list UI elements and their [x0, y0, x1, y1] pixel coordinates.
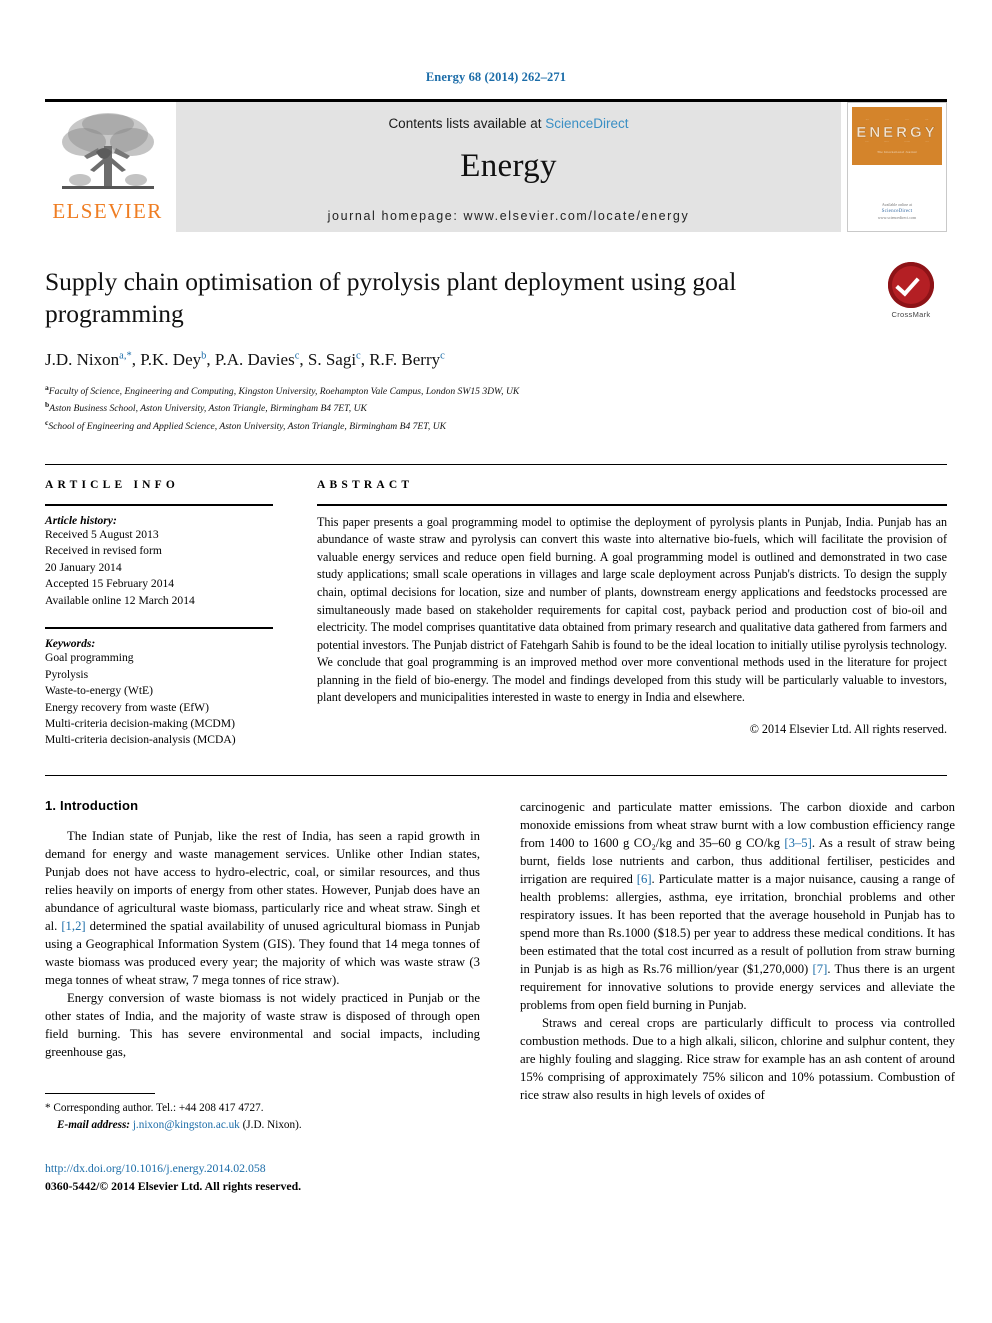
article-info-rule [45, 503, 273, 506]
keyword-item: Multi-criteria decision-analysis (MCDA) [45, 733, 236, 747]
keyword-item: Energy recovery from waste (EfW) [45, 700, 209, 714]
history-item: Accepted 15 February 2014 [45, 577, 175, 591]
author-entry: S. Sagic [308, 350, 361, 369]
crossmark-badge[interactable]: CrossMark [875, 262, 947, 319]
body-columns: 1. Introduction The Indian state of Punj… [45, 798, 955, 1195]
footnote-rule [45, 1093, 155, 1095]
author-marks: a,* [119, 350, 132, 362]
running-head: Energy 68 (2014) 262–271 [425, 70, 567, 84]
author-entry: R.F. Berryc [369, 350, 445, 369]
elsevier-tree-icon [61, 113, 154, 189]
affiliation-item: aFaculty of Science, Engineering and Com… [45, 382, 947, 399]
body-paragraph: Straws and cereal crops are particularly… [520, 1016, 955, 1103]
body-paragraph: Energy conversion of waste biomass is no… [45, 991, 480, 1060]
citation-ref[interactable]: [1,2] [61, 919, 85, 933]
contents-prefix: Contents lists available at [388, 116, 546, 131]
doi-link[interactable]: http://dx.doi.org/10.1016/j.energy.2014.… [45, 1160, 480, 1178]
author-name: P.K. Dey [140, 349, 202, 369]
cover-subtitle: The International Journal [877, 149, 917, 154]
author-name: P.A. Davies [214, 349, 295, 369]
keywords-rule [45, 627, 273, 630]
article-history-label: Article history: [45, 513, 117, 527]
keywords-block: Keywords: Goal programming Pyrolysis Was… [45, 627, 273, 749]
history-item: Received 5 August 2013 [45, 527, 159, 541]
elsevier-wordmark: ELSEVIER [52, 199, 163, 223]
affiliation-text: Faculty of Science, Engineering and Comp… [48, 385, 520, 397]
abstract-rule [317, 503, 947, 506]
journal-masthead: ELSEVIER Contents lists available at Sci… [45, 99, 947, 232]
abstract-text: This paper presents a goal programming m… [317, 514, 947, 705]
crossmark-check-icon [888, 262, 934, 308]
corresponding-author-text: Corresponding author. Tel.: +44 208 417 … [53, 1102, 264, 1115]
author-name: S. Sagi [307, 349, 357, 369]
journal-article-page: Energy 68 (2014) 262–271 ELSEVIER Conten… [0, 0, 992, 1323]
citation-ref[interactable]: [7] [813, 962, 828, 976]
affiliation-text: Aston Business School, Aston University,… [49, 403, 367, 415]
cover-footer-line3: www.sciencedirect.com [877, 215, 917, 220]
article-info-column: ARTICLE INFO Article history: Received 5… [45, 479, 295, 749]
cover-title: ENERGY [856, 123, 938, 141]
history-item: 20 January 2014 [45, 560, 122, 574]
footnote-star: * [45, 1102, 51, 1115]
author-entry: J.D. Nixona,* [45, 350, 132, 369]
journal-homepage-link[interactable]: journal homepage: www.elsevier.com/locat… [328, 209, 690, 223]
footnote-block: * Corresponding author. Tel.: +44 208 41… [45, 1093, 480, 1195]
elsevier-logo: ELSEVIER [45, 102, 170, 232]
section-heading-introduction: 1. Introduction [45, 797, 139, 813]
keyword-item: Multi-criteria decision-making (MCDM) [45, 716, 235, 730]
cover-footer-line2: ScienceDirect [881, 208, 913, 214]
abstract-column: ABSTRACT This paper presents a goal prog… [295, 479, 947, 749]
cover-banner: ···· ···· ···· ···· ENERGY ···· ······ ······… [852, 107, 942, 165]
author-entry: P.K. Deyb [140, 350, 206, 369]
history-item: Received in revised form [45, 544, 162, 558]
author-marks: c [440, 350, 445, 362]
body-column-right: carcinogenic and particulate matter emis… [520, 798, 955, 1195]
body-paragraph: carcinogenic and particulate matter emis… [520, 799, 955, 1013]
keyword-item: Waste-to-energy (WtE) [45, 684, 153, 698]
cover-body: Available online at ScienceDirect www.sc… [852, 165, 942, 227]
affiliation-item: bAston Business School, Aston University… [45, 399, 947, 416]
abstract-heading: ABSTRACT [317, 478, 414, 491]
info-abstract-section: ARTICLE INFO Article history: Received 5… [45, 463, 947, 749]
author-entry: P.A. Daviesc [215, 350, 299, 369]
corresponding-author-note: * Corresponding author. Tel.: +44 208 41… [45, 1100, 480, 1134]
journal-cover-thumbnail[interactable]: ···· ···· ···· ···· ENERGY ···· ······ ······… [847, 102, 947, 232]
author-name: J.D. Nixon [45, 349, 120, 369]
cover-top-ticks: ···· ···· ···· ···· [865, 118, 929, 122]
abstract-copyright: © 2014 Elsevier Ltd. All rights reserved… [749, 721, 947, 736]
page-title: Supply chain optimisation of pyrolysis p… [45, 267, 737, 329]
sciencedirect-link[interactable]: ScienceDirect [545, 116, 628, 131]
keyword-item: Goal programming [45, 651, 134, 665]
affiliation-text: School of Engineering and Applied Scienc… [48, 420, 447, 432]
email-line: E-mail address: j.nixon@kingston.ac.uk (… [45, 1117, 480, 1134]
body-paragraph: The Indian state of Punjab, like the res… [45, 828, 480, 988]
email-link[interactable]: j.nixon@kingston.ac.uk [133, 1119, 240, 1131]
crossmark-label: CrossMark [891, 310, 931, 319]
issn-copyright-line: 0360-5442/© 2014 Elsevier Ltd. All right… [45, 1178, 302, 1193]
article-history-list: Received 5 August 2013 Received in revis… [45, 527, 273, 609]
journal-title: Energy [460, 148, 557, 184]
citation-ref[interactable]: [6] [637, 872, 652, 886]
affiliation-item: cSchool of Engineering and Applied Scien… [45, 417, 947, 434]
journal-band: Contents lists available at ScienceDirec… [176, 102, 841, 232]
keywords-list: Goal programming Pyrolysis Waste-to-ener… [45, 650, 273, 749]
title-block: Supply chain optimisation of pyrolysis p… [45, 262, 947, 434]
keywords-label: Keywords: [45, 637, 96, 651]
history-item: Available online 12 March 2014 [45, 593, 195, 607]
body-separator-rule [45, 774, 947, 776]
email-owner: (J.D. Nixon). [242, 1119, 302, 1132]
email-label: E-mail address: [57, 1119, 131, 1132]
doi-block: http://dx.doi.org/10.1016/j.energy.2014.… [45, 1160, 480, 1195]
body-column-left: 1. Introduction The Indian state of Punj… [45, 798, 480, 1195]
author-list: J.D. Nixona,*, P.K. Deyb, P.A. Daviesc, … [45, 349, 445, 369]
cover-bottom-ticks: ···· ······ ······· ···· [865, 140, 929, 144]
cover-footer: Available online at ScienceDirect www.sc… [852, 202, 942, 222]
author-name: R.F. Berry [369, 349, 441, 369]
article-info-heading: ARTICLE INFO [45, 478, 180, 491]
keyword-item: Pyrolysis [45, 667, 89, 681]
affiliation-list: aFaculty of Science, Engineering and Com… [45, 382, 947, 434]
contents-available-line: Contents lists available at ScienceDirec… [388, 116, 628, 131]
citation-ref[interactable]: [3–5] [784, 836, 811, 850]
